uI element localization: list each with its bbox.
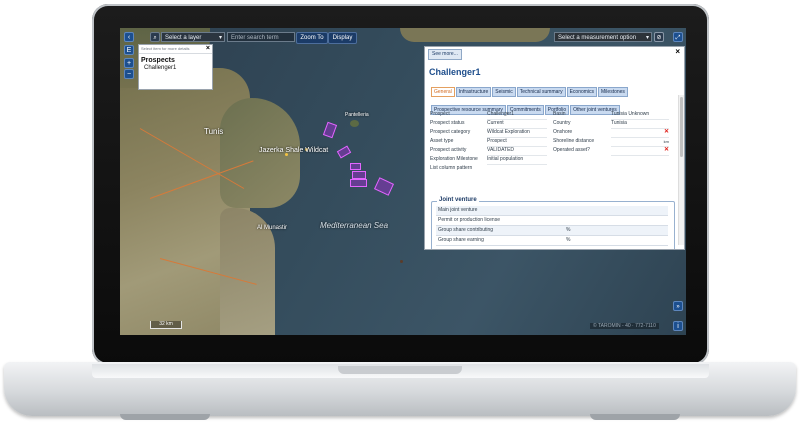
prospect-polygon[interactable]	[350, 179, 367, 187]
no-entry-icon: ⊘	[656, 35, 662, 41]
field-label: Exploration Milestone	[430, 156, 478, 162]
field-label: Shoreline distance	[553, 138, 595, 144]
prospect-polygon[interactable]	[352, 171, 366, 179]
expand-icon: ⤢	[675, 35, 681, 41]
joint-venture-legend: Joint venture	[437, 197, 479, 203]
jv-label: Group share earning	[438, 237, 484, 243]
field-label: List column pattern	[430, 165, 473, 171]
city-label-munastir: Al Munastir	[257, 225, 288, 231]
field-row: Asset type Prospect Shoreline distance k…	[430, 137, 678, 147]
tab-infrastructure[interactable]: Infrastructure	[455, 87, 492, 97]
info-button[interactable]: i	[673, 321, 683, 331]
zoom-out-button[interactable]: −	[124, 69, 134, 79]
field-row: Prospect activity VALIDATED Operated ass…	[430, 146, 678, 156]
chevron-down-icon: ▾	[645, 35, 649, 41]
zoom-to-button[interactable]: Zoom To	[296, 32, 328, 44]
field-label: Prospect activity	[430, 147, 467, 153]
prospect-polygon[interactable]	[336, 145, 352, 159]
info-icon: i	[677, 323, 679, 330]
measurement-select[interactable]: Select a measurement option ▾	[554, 32, 652, 42]
popup-title: Prospects	[141, 57, 175, 64]
land-sicily	[400, 28, 550, 42]
measurement-select-value: Select a measurement option	[558, 35, 637, 41]
jv-value: %	[566, 237, 571, 243]
map-attribution: © TAROMIN - 40 · 772-7110	[590, 323, 659, 329]
field-row: Prospect Challenger1 Basin Tunisia Unkno…	[430, 110, 678, 120]
jv-value: %	[566, 227, 571, 233]
jv-label: Group share contributing	[438, 227, 494, 233]
search-input[interactable]: Enter search term	[227, 32, 295, 42]
field-label: Country	[553, 120, 571, 126]
field-label: Basin	[553, 111, 566, 117]
close-icon[interactable]: ×	[675, 47, 680, 56]
expand-button[interactable]: ⤢	[673, 32, 683, 42]
map-scale-bar: 32 km	[150, 321, 182, 329]
chevron-double-icon: »	[676, 304, 680, 310]
prospect-popup: Select item for more details × Prospects…	[138, 44, 213, 90]
panel-title: Challenger1	[429, 67, 481, 77]
field-row: Prospect category Wildcat Exploration On…	[430, 128, 678, 138]
chevron-left-icon: ‹	[127, 34, 131, 41]
field-label: Prospect	[430, 111, 450, 117]
search-type-button[interactable]: ⌕	[150, 32, 160, 42]
collapse-right-button[interactable]: »	[673, 301, 683, 311]
layer-select[interactable]: Select a layer ▾	[161, 32, 225, 42]
layer-select-value: Select a layer	[165, 35, 202, 41]
chevron-down-icon: ▾	[218, 35, 222, 41]
zoom-in-button[interactable]: +	[124, 58, 134, 68]
jv-label: Permit or production license	[438, 217, 500, 223]
laptop-notch	[338, 366, 462, 374]
island-label-pantelleria: Pantelleria	[345, 112, 369, 118]
prospect-polygon[interactable]	[374, 177, 394, 196]
city-label-tunis: Tunis	[204, 127, 224, 136]
field-value	[487, 164, 547, 165]
prospect-polygon[interactable]	[322, 121, 338, 139]
jv-row: Group share contributing %	[436, 226, 668, 236]
well-marker[interactable]	[400, 260, 403, 263]
display-button[interactable]: Display	[328, 32, 357, 44]
popup-hint: Select item for more details	[139, 45, 212, 54]
close-icon[interactable]: ×	[206, 45, 210, 52]
tab-economics[interactable]: Economics	[566, 87, 598, 97]
collapse-left-button[interactable]: ‹	[124, 32, 134, 42]
field-label: Onshore	[553, 129, 573, 135]
jv-row: Permit or production license	[436, 216, 668, 226]
field-label: Operated asset?	[553, 147, 590, 153]
field-row: Prospect status Current Country Tunisia	[430, 119, 678, 129]
tab-milestones[interactable]: Milestones	[598, 87, 628, 97]
details-panel: See more... × Challenger1 General Infrast…	[424, 46, 685, 250]
layers-button[interactable]: E	[124, 45, 134, 55]
jv-row: Main joint venture	[436, 206, 668, 216]
field-row: List column pattern	[430, 164, 678, 173]
field-label: Prospect status	[430, 120, 465, 126]
field-label: Asset type	[430, 138, 454, 144]
field-row: Exploration Milestone Initial population	[430, 155, 678, 165]
search-icon: ⌕	[153, 35, 157, 41]
general-fields: Prospect Challenger1 Basin Tunisia Unkno…	[430, 110, 678, 173]
jv-row: Group share earning %	[436, 236, 668, 246]
tab-technical-summary[interactable]: Technical summary	[516, 87, 566, 97]
land-pantelleria	[350, 120, 359, 127]
search-placeholder: Enter search term	[231, 35, 279, 41]
clear-measurement-button[interactable]: ⊘	[654, 32, 664, 42]
sea-label: Mediterranean Sea	[320, 221, 389, 230]
prospect-label-jazerka: Jazerka Shale Wildcat	[259, 147, 329, 154]
screen: Tunis Pantelleria Jazerka Shale Wildcat …	[120, 28, 686, 335]
laptop-foot-left	[120, 414, 210, 420]
panel-scrollbar-thumb[interactable]	[680, 97, 683, 157]
joint-venture-group: Joint venture Main joint venture Permit …	[431, 197, 675, 249]
tab-seismic[interactable]: Seismic	[492, 87, 516, 97]
laptop-foot-right	[590, 414, 680, 420]
field-label: Prospect category	[430, 129, 471, 135]
jv-label: Main joint venture	[438, 207, 478, 213]
see-more-button[interactable]: See more...	[428, 49, 462, 60]
prospect-polygon[interactable]	[350, 163, 361, 170]
prospect-list-item[interactable]: Challenger1	[139, 65, 212, 71]
tab-general[interactable]: General	[431, 87, 455, 97]
